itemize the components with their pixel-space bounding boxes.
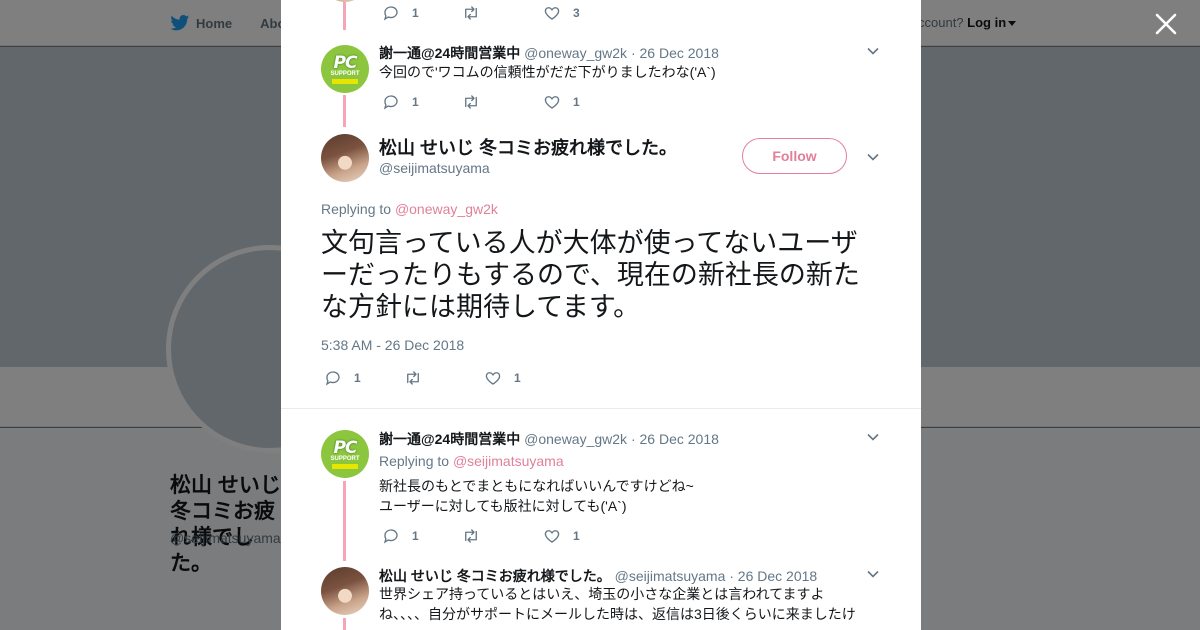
tweet-header: 謝一通@24時間営業中 @oneway_gw2k · 26 Dec 2018 (379, 429, 719, 449)
reply-icon (383, 6, 398, 21)
reply-button[interactable]: 1 (382, 4, 462, 22)
tweet-text-line: ユーザーに対しても版社に対しても('A`) (379, 498, 627, 514)
like-button[interactable]: 1 (543, 527, 580, 545)
retweet-button[interactable] (404, 369, 484, 387)
avatar-logo-pc: PC (333, 437, 358, 458)
avatar-logo-bar (332, 78, 358, 84)
retweet-button[interactable] (462, 4, 543, 22)
thread-line (343, 618, 346, 630)
author-name[interactable]: 松山 せいじ 冬コミお疲れ様でした。 (379, 568, 611, 584)
reply-icon (325, 371, 340, 386)
tweet-header: 謝一通@24時間営業中 @oneway_gw2k · 26 Dec 2018 (379, 43, 719, 63)
author-name[interactable]: 謝一通@24時間営業中 (379, 45, 520, 61)
replying-to-link[interactable]: @oneway_gw2k (395, 201, 498, 217)
author-name[interactable]: 謝一通@24時間営業中 (379, 431, 520, 447)
divider (281, 408, 921, 409)
author-handle[interactable]: @seijimatsuyama (615, 568, 726, 584)
tweet-actions: 1 1 (382, 93, 580, 111)
author-handle[interactable]: @oneway_gw2k (524, 431, 627, 447)
chevron-down-icon[interactable] (866, 567, 880, 581)
tweet-date[interactable]: · 26 Dec 2018 (729, 568, 817, 584)
thread-line (343, 481, 346, 561)
tweet-header: 松山 せいじ 冬コミお疲れ様でした。 @seijimatsuyama · 26 … (379, 566, 817, 586)
main-author-handle[interactable]: @seijimatsuyama (379, 160, 490, 176)
retweet-icon (465, 95, 477, 109)
avatar[interactable] (321, 0, 369, 2)
replying-to-prefix: Replying to (379, 453, 450, 469)
retweet-icon (465, 6, 477, 20)
reply-button[interactable]: 1 (382, 93, 462, 111)
replying-to: Replying to @oneway_gw2k (321, 201, 498, 217)
tweet-actions: 1 1 (382, 527, 580, 545)
tweet-timestamp[interactable]: 5:38 AM - 26 Dec 2018 (321, 337, 464, 353)
reply-count: 1 (354, 371, 361, 385)
like-button[interactable]: 3 (543, 4, 580, 22)
thread-line (343, 95, 346, 127)
tweet-date[interactable]: · 26 Dec 2018 (631, 431, 719, 447)
tweet-date[interactable]: · 26 Dec 2018 (631, 45, 719, 61)
reply-icon (383, 95, 398, 110)
tweet-text: 今回ので'ワコムの信頼性がだだ下がりましたわな('A`) (379, 64, 716, 80)
avatar[interactable]: PC SUPPORT (321, 430, 369, 478)
like-count: 1 (573, 95, 580, 109)
tweet-text-line: ね、、、、自分がサポートにメールした時は、返信は3日後くらいに来ましたけ (379, 606, 856, 622)
thread-line (343, 0, 346, 30)
retweet-icon (407, 371, 419, 385)
avatar-logo-support: SUPPORT (330, 455, 360, 462)
avatar-logo-bar (332, 463, 358, 469)
like-count: 1 (514, 371, 521, 385)
avatar[interactable] (321, 567, 369, 615)
avatar[interactable] (321, 134, 369, 182)
avatar[interactable]: PC SUPPORT (321, 45, 369, 93)
tweet-actions: 1 3 (382, 4, 580, 22)
follow-button[interactable]: Follow (742, 138, 847, 174)
like-count: 3 (573, 6, 580, 20)
retweet-button[interactable] (462, 93, 543, 111)
avatar-logo-support: SUPPORT (330, 70, 360, 77)
chevron-down-icon[interactable] (866, 430, 880, 444)
heart-icon (485, 372, 501, 385)
tweet-text-line: 新社長のもとでまともになればいいんですけどね~ (379, 478, 694, 494)
main-author-name[interactable]: 松山 せいじ 冬コミお疲れ様でした。 (379, 134, 677, 160)
replying-to: Replying to @seijimatsuyama (379, 453, 564, 469)
reply-button[interactable]: 1 (382, 527, 462, 545)
reply-button[interactable]: 1 (324, 369, 404, 387)
chevron-down-icon[interactable] (866, 44, 880, 58)
reply-icon (383, 529, 398, 544)
heart-icon (544, 96, 560, 109)
retweet-button[interactable] (462, 527, 543, 545)
reply-count: 1 (412, 95, 419, 109)
close-icon[interactable] (1152, 10, 1180, 38)
like-count: 1 (573, 529, 580, 543)
replying-to-prefix: Replying to (321, 201, 392, 217)
heart-icon (544, 530, 560, 543)
like-button[interactable]: 1 (543, 93, 580, 111)
tweet-modal: 1 3 PC SUPPORT 謝一通@24時間営業中 @oneway_gw2k … (281, 0, 921, 630)
reply-count: 1 (412, 529, 419, 543)
author-handle[interactable]: @oneway_gw2k (524, 45, 627, 61)
tweet-text-line: 世界シェア持っているとはいえ、埼玉の小さな企業とは言われてますよ (379, 586, 825, 602)
main-tweet-text: 文句言っている人が大体が使ってないユーザーだったりもするので、現在の新社長の新た… (321, 228, 860, 322)
retweet-icon (465, 529, 477, 543)
like-button[interactable]: 1 (484, 369, 521, 387)
heart-icon (544, 7, 560, 20)
reply-count: 1 (412, 6, 419, 20)
avatar-logo-pc: PC (333, 52, 358, 73)
main-tweet-actions: 1 1 (324, 369, 521, 387)
replying-to-link[interactable]: @seijimatsuyama (453, 453, 564, 469)
chevron-down-icon[interactable] (866, 150, 880, 164)
